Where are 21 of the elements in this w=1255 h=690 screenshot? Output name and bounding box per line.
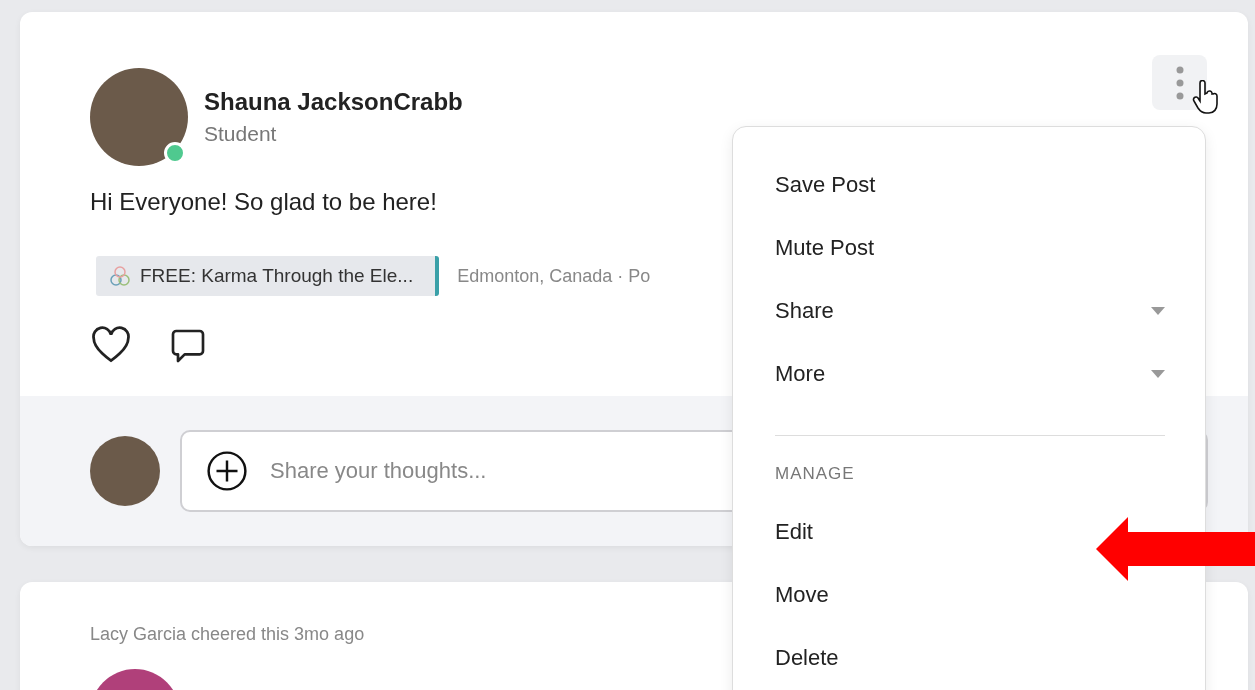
menu-item[interactable]: Mute Post [775,216,875,279]
menu-item[interactable]: More [775,342,1165,405]
caret-icon [1151,306,1165,315]
menu-item[interactable]: Share [775,279,1165,342]
author-name: Shauna JacksonCrabb [204,88,463,116]
caret-icon [1151,369,1165,378]
more-options-button[interactable] [1152,55,1207,110]
placeholder-text: Share your thoughts... [270,458,487,484]
flower-icon [108,265,132,287]
menu-item[interactable]: Move [775,563,829,626]
menu-item[interactable]: Save Post [775,153,876,216]
menu-section-heading: MANAGE [775,464,856,484]
course-tag[interactable]: FREE: Karma Through the Ele... [96,256,440,296]
activity-text: Lacy Garcia cheered this 3mo ago [90,624,366,645]
post-text: Hi Everyone! So glad to be here! [90,188,438,216]
hand-cursor-icon [1192,80,1220,114]
vertical-dots-icon [1175,65,1184,100]
author-role: Student [204,122,278,146]
post-location: Edmonton, Canada · Po [457,265,651,287]
menu-item[interactable]: Delete [775,626,839,689]
plus-circle-icon [206,450,248,492]
